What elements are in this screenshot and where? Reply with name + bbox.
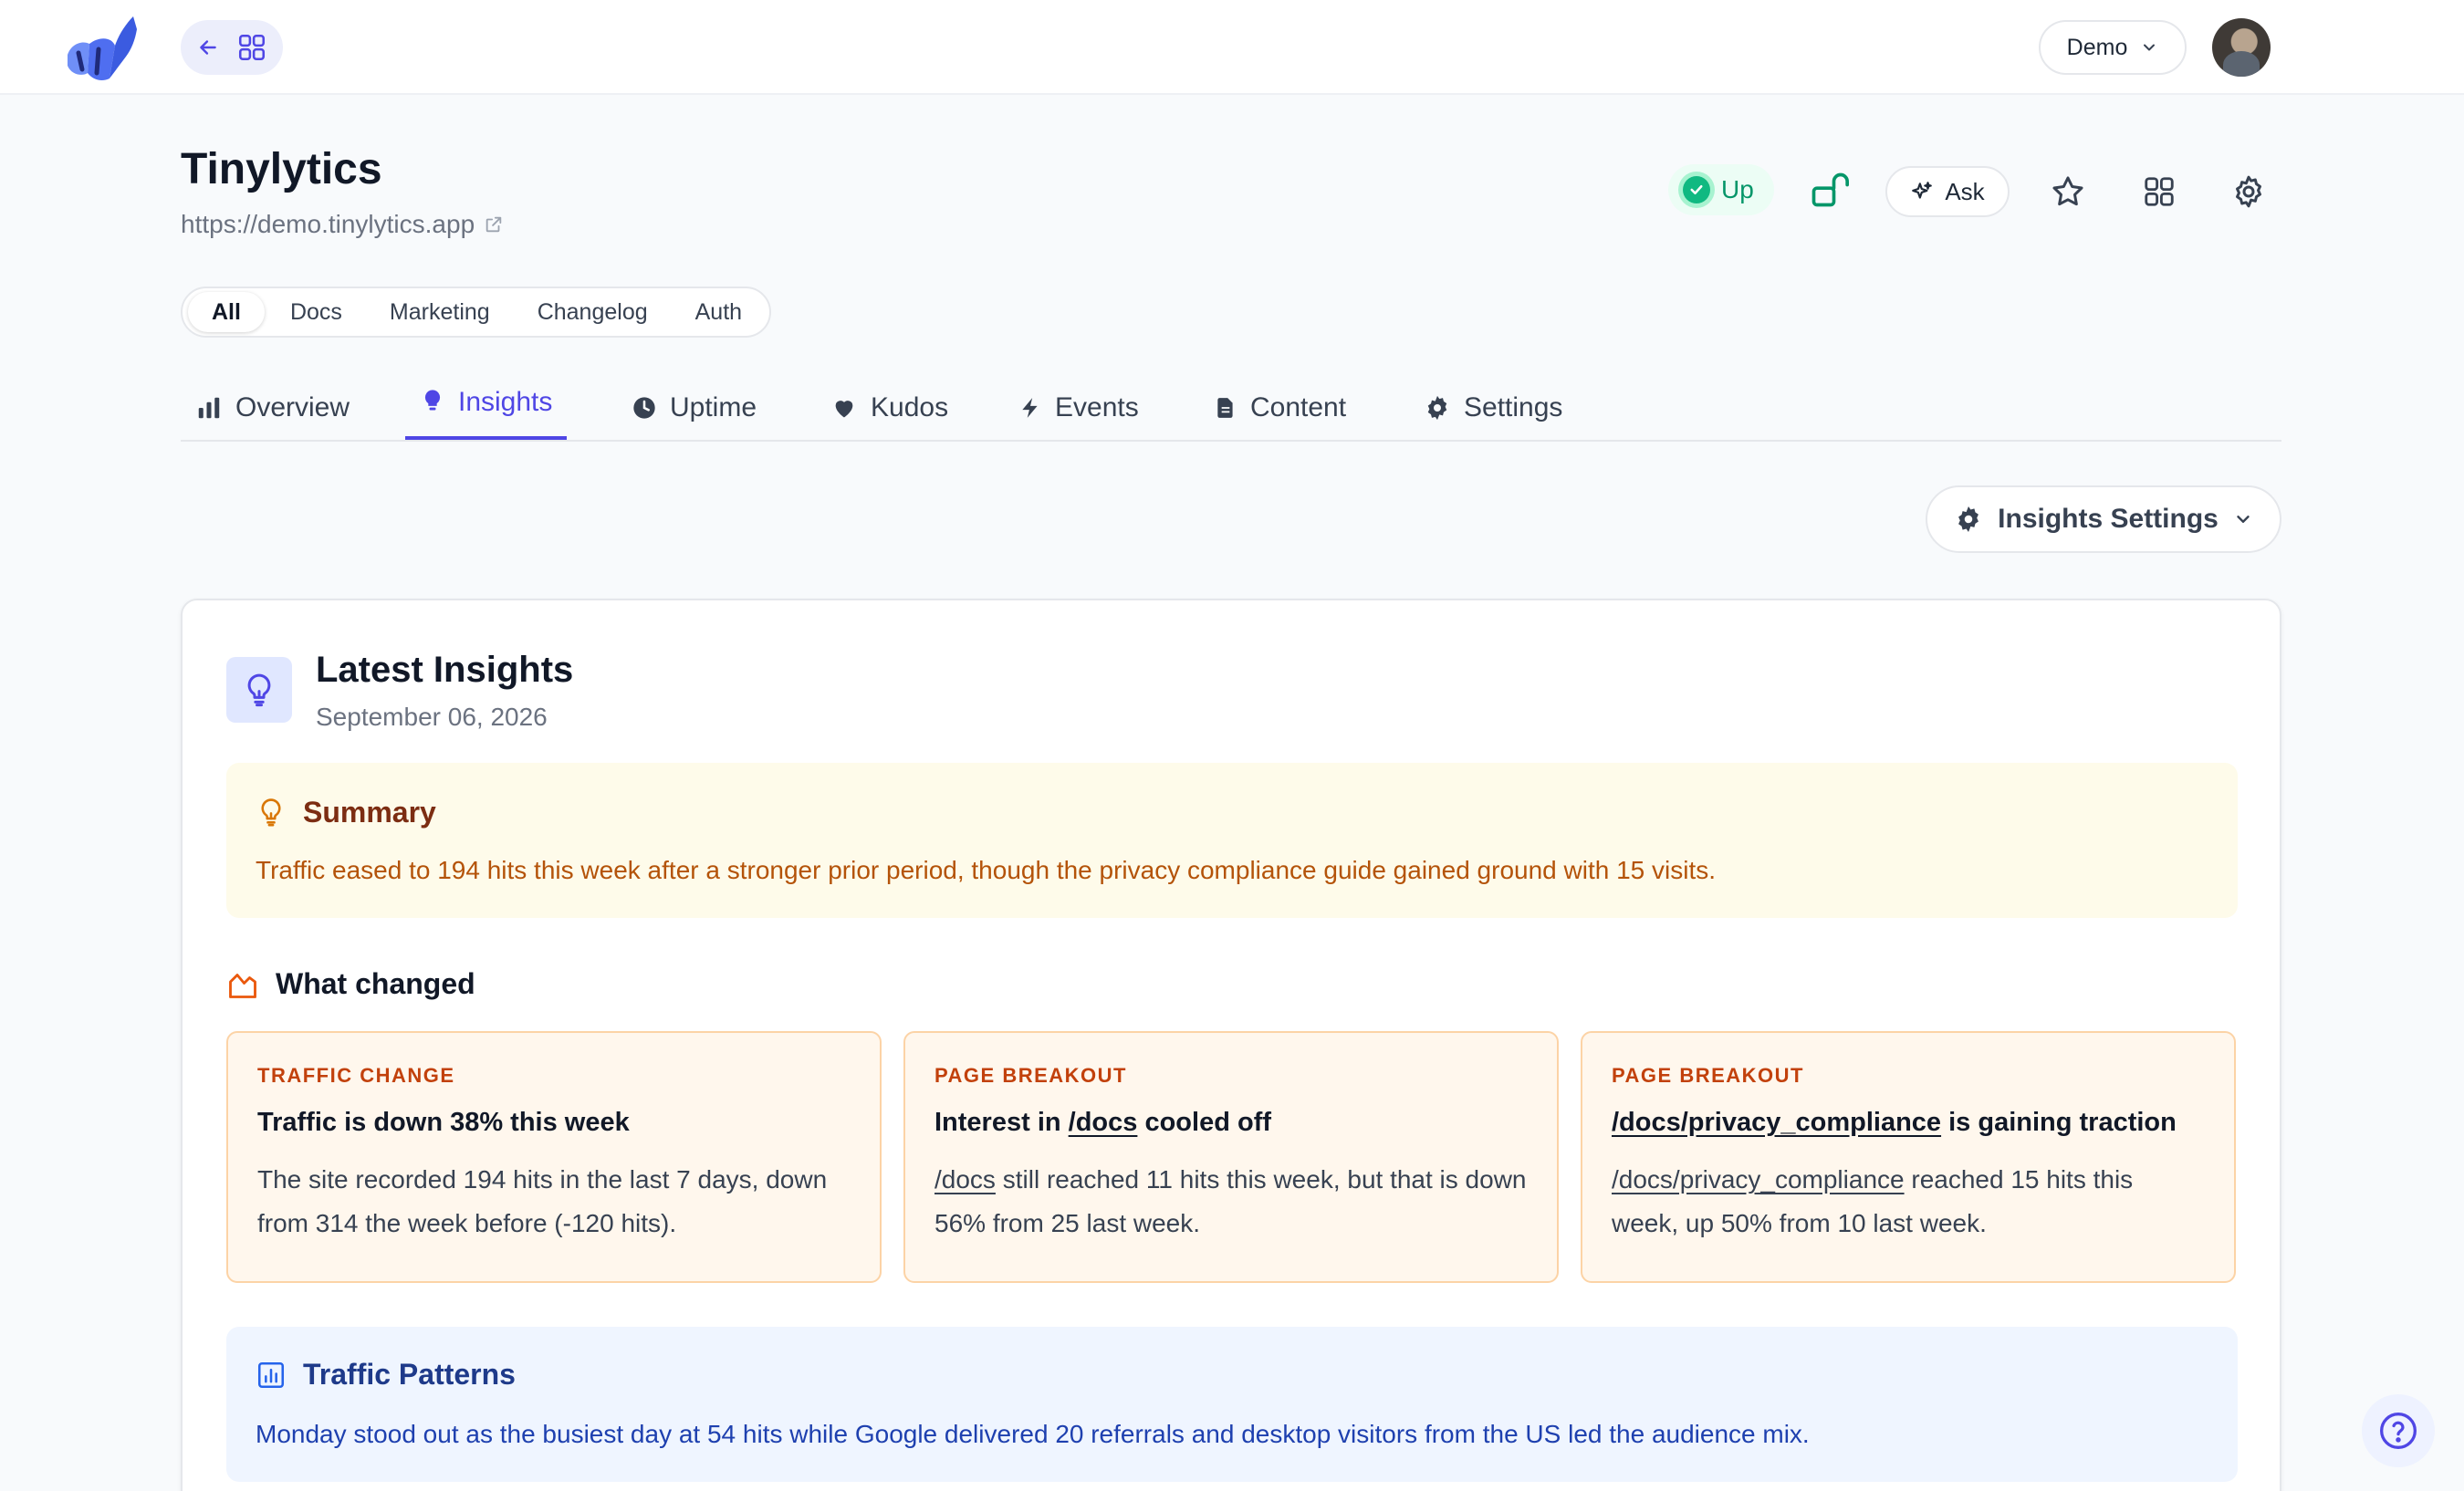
star-icon <box>2052 176 2083 206</box>
page-link[interactable]: /docs/privacy_compliance <box>1612 1108 1941 1137</box>
tab-insights-label: Insights <box>458 387 553 417</box>
page-link[interactable]: /docs <box>934 1165 996 1194</box>
what-changed-heading: What changed <box>226 967 475 1001</box>
top-bar: Demo <box>0 0 2464 95</box>
gear-icon <box>1427 395 1447 421</box>
change-title-suffix: cooled off <box>1137 1108 1272 1137</box>
avatar[interactable] <box>2212 18 2271 77</box>
page-link[interactable]: /docs/privacy_compliance <box>1612 1165 1905 1194</box>
chevron-down-icon <box>2237 516 2250 523</box>
lightbulb-icon <box>226 657 292 723</box>
change-kicker: TRAFFIC CHANGE <box>257 1064 455 1087</box>
tab-uptime[interactable]: Uptime <box>632 374 757 442</box>
group-filter: All Docs Marketing Changelog Auth <box>181 287 772 338</box>
bar-chart-icon <box>257 1361 285 1388</box>
dashboards-button[interactable] <box>2139 172 2179 212</box>
help-button[interactable] <box>2362 1394 2435 1467</box>
group-pill-auth[interactable]: Auth <box>673 292 764 332</box>
trend-chart-icon <box>229 973 256 998</box>
insights-settings-button[interactable]: Insights Settings <box>1926 485 2281 553</box>
summary-text: Traffic eased to 194 hits this week afte… <box>256 856 1717 884</box>
change-card-privacy: PAGE BREAKOUT /docs/privacy_compliance i… <box>1581 1031 2236 1283</box>
workspace-label: Demo <box>2066 34 2128 60</box>
insights-date: September 06, 2026 <box>316 703 548 731</box>
group-pill-all[interactable]: All <box>188 292 265 332</box>
bar-chart-icon <box>198 397 220 419</box>
summary-heading: Summary <box>256 794 436 830</box>
site-url-link[interactable]: https://demo.tinylytics.app <box>181 210 504 239</box>
change-body: /docs still reached 11 hits this week, b… <box>934 1158 1528 1246</box>
summary-title: Summary <box>303 795 436 829</box>
change-card-docs: PAGE BREAKOUT Interest in /docs cooled o… <box>903 1031 1559 1283</box>
tab-content-label: Content <box>1250 392 1347 422</box>
tab-settings-label: Settings <box>1464 392 1563 422</box>
gear-icon <box>1958 506 1979 532</box>
grid-icon <box>2145 177 2174 206</box>
tab-insights[interactable]: Insights <box>405 374 568 440</box>
document-icon <box>1217 398 1233 418</box>
question-circle-icon <box>2380 1413 2417 1449</box>
ask-label: Ask <box>1945 177 1985 205</box>
tab-overview[interactable]: Overview <box>195 374 350 442</box>
change-card-traffic: TRAFFIC CHANGE Traffic is down 38% this … <box>226 1031 882 1283</box>
tab-kudos-label: Kudos <box>871 392 949 422</box>
traffic-patterns-panel: Traffic Patterns Monday stood out as the… <box>226 1327 2238 1482</box>
heart-icon <box>835 401 853 418</box>
arrow-left-icon <box>200 40 216 55</box>
lightbulb-icon <box>424 390 441 411</box>
traffic-patterns-title: Traffic Patterns <box>303 1358 516 1391</box>
bolt-icon <box>1022 398 1038 418</box>
group-pill-docs[interactable]: Docs <box>268 292 364 332</box>
change-title-prefix: Interest in <box>934 1108 1069 1137</box>
sparkles-icon <box>1912 182 1933 199</box>
group-pill-changelog[interactable]: Changelog <box>516 292 670 332</box>
change-body: /docs/privacy_compliance reached 15 hits… <box>1612 1158 2205 1246</box>
page-title: Tinylytics <box>181 145 382 193</box>
tab-uptime-label: Uptime <box>670 392 757 422</box>
change-kicker: PAGE BREAKOUT <box>1612 1064 1804 1087</box>
traffic-patterns-heading: Traffic Patterns <box>256 1358 516 1392</box>
group-pill-marketing[interactable]: Marketing <box>368 292 512 332</box>
traffic-patterns-text: Monday stood out as the busiest day at 5… <box>256 1420 1810 1448</box>
tinylytics-logo-icon[interactable] <box>62 9 141 88</box>
summary-panel: Summary Traffic eased to 194 hits this w… <box>226 763 2238 918</box>
what-changed-title: What changed <box>276 967 475 1000</box>
workspace-select[interactable]: Demo <box>2039 20 2187 75</box>
external-link-icon <box>485 216 502 233</box>
insights-title: Latest Insights <box>316 650 574 690</box>
ask-button[interactable]: Ask <box>1885 166 2010 217</box>
back-to-sites-button[interactable] <box>181 20 283 75</box>
lightbulb-icon <box>261 798 281 827</box>
change-title: Interest in /docs cooled off <box>934 1108 1528 1138</box>
change-body-text: still reached 11 hits this week, but tha… <box>934 1165 1527 1237</box>
site-tabs: Overview Insights Uptime Kudos Events Co… <box>181 374 2281 442</box>
status-label: Up <box>1721 175 1754 203</box>
change-body: The site recorded 194 hits in the last 7… <box>257 1165 828 1237</box>
grid-icon <box>238 34 266 61</box>
gear-icon <box>2236 175 2261 208</box>
tab-events[interactable]: Events <box>1018 374 1139 442</box>
tab-events-label: Events <box>1055 392 1139 422</box>
chevron-down-icon <box>2144 44 2156 51</box>
check-circle-icon <box>1683 176 1710 203</box>
site-url-text: https://demo.tinylytics.app <box>181 210 475 238</box>
site-settings-button[interactable] <box>2229 172 2269 212</box>
change-kicker: PAGE BREAKOUT <box>934 1064 1127 1087</box>
insights-settings-label: Insights Settings <box>1998 504 2219 534</box>
tab-overview-label: Overview <box>235 392 350 422</box>
change-title: Traffic is down 38% this week <box>257 1108 630 1137</box>
tab-settings[interactable]: Settings <box>1424 374 1562 442</box>
status-badge[interactable]: Up <box>1668 164 1774 215</box>
page-link[interactable]: /docs <box>1069 1108 1138 1137</box>
unlock-icon[interactable] <box>1809 170 1849 210</box>
favorite-button[interactable] <box>2048 172 2088 212</box>
tab-kudos[interactable]: Kudos <box>830 374 948 442</box>
change-title-suffix: is gaining traction <box>1941 1108 2177 1137</box>
tab-content[interactable]: Content <box>1214 374 1346 442</box>
latest-insights-card: Latest Insights September 06, 2026 Summa… <box>181 599 2281 1491</box>
clock-icon <box>633 397 655 419</box>
change-title: /docs/privacy_compliance is gaining trac… <box>1612 1108 2205 1138</box>
